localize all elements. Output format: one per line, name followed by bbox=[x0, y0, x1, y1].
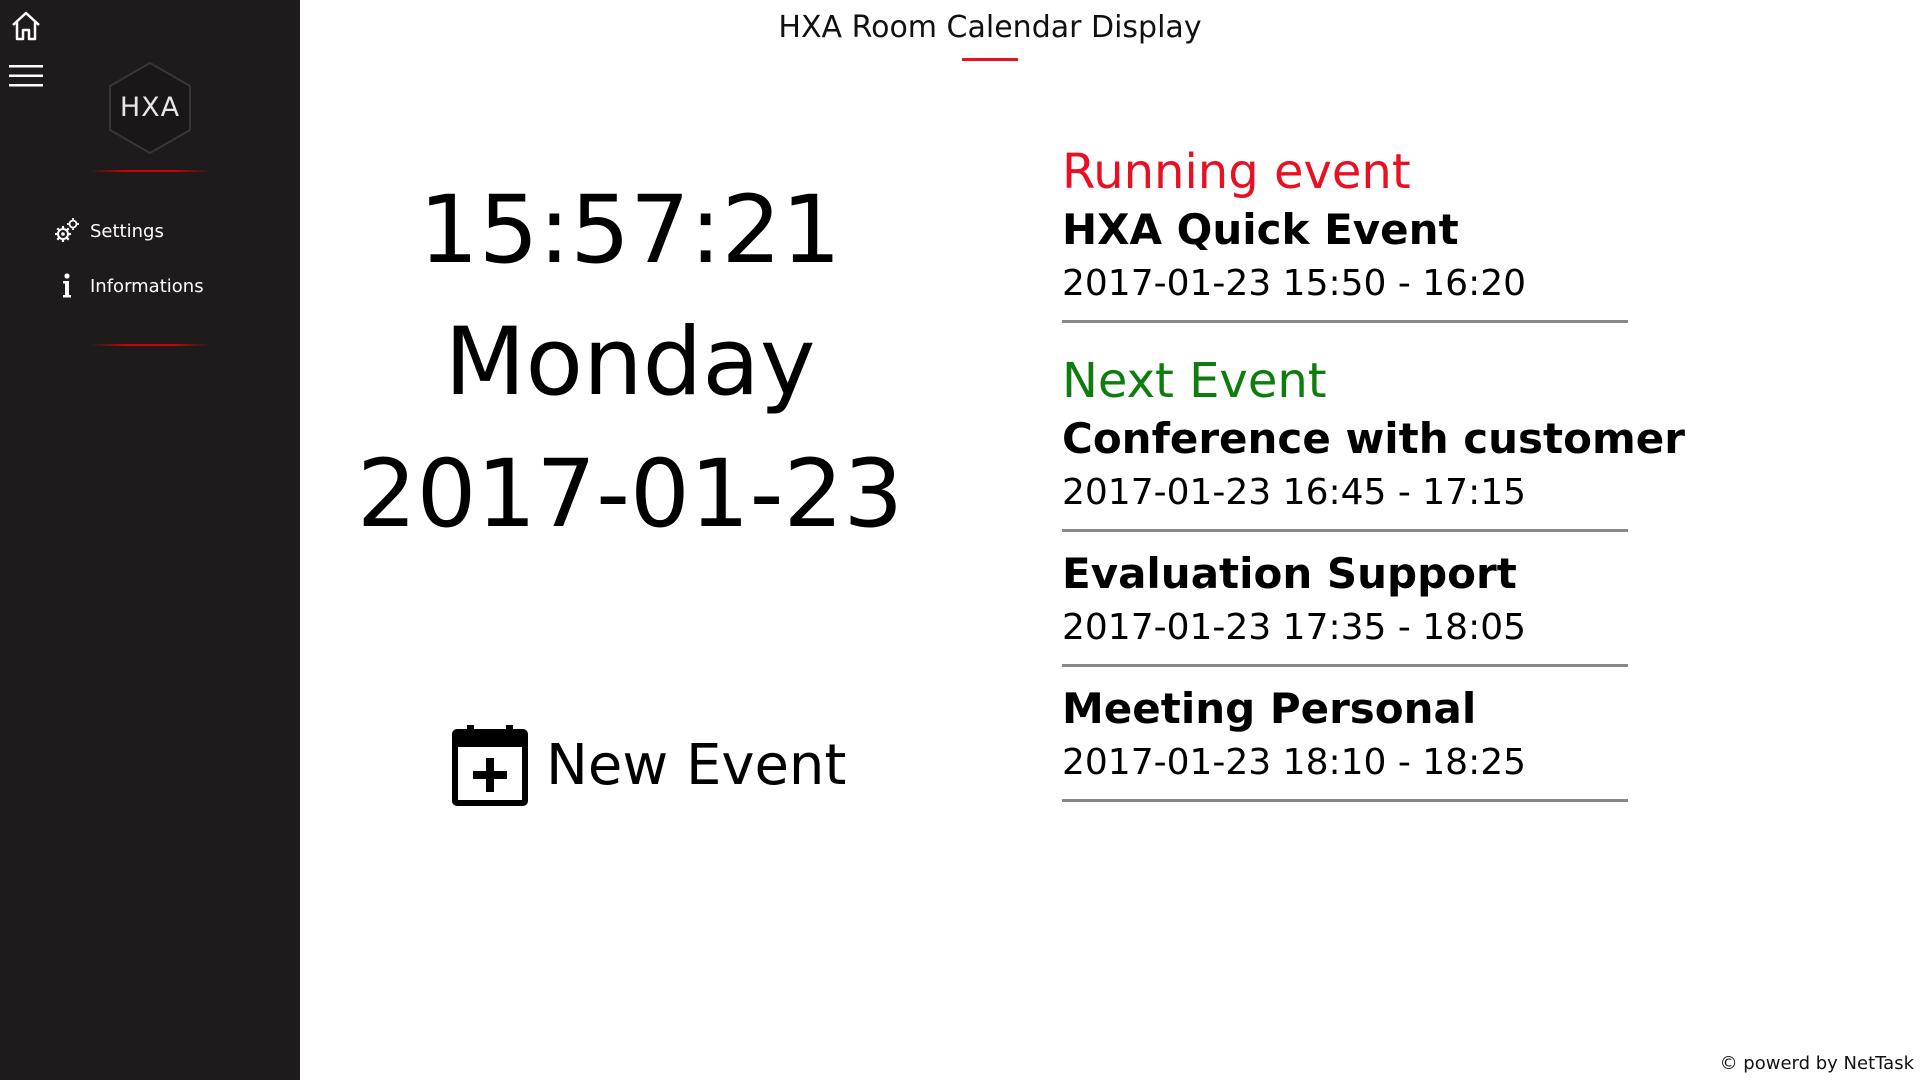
sidebar-item-informations[interactable]: Informations bbox=[52, 269, 204, 303]
home-button[interactable] bbox=[8, 8, 44, 44]
running-event-item[interactable]: HXA Quick Event 2017-01-23 15:50 - 16:20 bbox=[1062, 202, 1628, 323]
event-time: 2017-01-23 18:10 - 18:25 bbox=[1062, 742, 1527, 783]
event-title: Meeting Personal bbox=[1062, 684, 1477, 733]
hxa-logo: HXA bbox=[106, 60, 194, 156]
logo-text: HXA bbox=[119, 92, 181, 123]
new-event-button[interactable]: New Event bbox=[452, 720, 846, 810]
event-time: 2017-01-23 17:35 - 18:05 bbox=[1062, 607, 1527, 648]
clock-date: 2017-01-23 bbox=[356, 440, 904, 549]
page-title: HXA Room Calendar Display bbox=[778, 10, 1202, 45]
sidebar-divider bbox=[90, 344, 210, 346]
event-time: 2017-01-23 15:50 - 16:20 bbox=[1062, 263, 1527, 304]
events-panel: Running event HXA Quick Event 2017-01-23… bbox=[1062, 142, 1685, 816]
app-window: HXA Settings Informations HXA Room Calen… bbox=[0, 0, 1920, 1080]
new-event-label: New Event bbox=[546, 732, 847, 798]
calendar-add-icon bbox=[452, 725, 528, 806]
event-title: HXA Quick Event bbox=[1062, 205, 1459, 254]
sidebar-divider bbox=[90, 170, 210, 172]
event-title: Evaluation Support bbox=[1062, 549, 1517, 598]
clock-day: Monday bbox=[444, 308, 816, 417]
event-time: 2017-01-23 16:45 - 17:15 bbox=[1062, 472, 1527, 513]
sidebar: HXA Settings Informations bbox=[0, 0, 300, 1080]
clock-display: 15:57:21 Monday 2017-01-23 bbox=[330, 165, 930, 561]
event-title: Conference with customer bbox=[1062, 414, 1685, 463]
next-event-item[interactable]: Conference with customer 2017-01-23 16:4… bbox=[1062, 411, 1685, 532]
next-event-heading: Next Event bbox=[1062, 353, 1327, 409]
title-underline bbox=[962, 58, 1018, 61]
upcoming-event-item[interactable]: Meeting Personal 2017-01-23 18:10 - 18:2… bbox=[1062, 681, 1628, 802]
info-icon bbox=[52, 271, 82, 301]
home-icon bbox=[12, 11, 40, 41]
gears-icon bbox=[52, 216, 82, 246]
upcoming-event-item[interactable]: Evaluation Support 2017-01-23 17:35 - 18… bbox=[1062, 546, 1628, 667]
hamburger-menu-button[interactable] bbox=[8, 58, 44, 94]
running-event-heading: Running event bbox=[1062, 144, 1411, 200]
sidebar-item-settings[interactable]: Settings bbox=[52, 214, 164, 248]
sidebar-item-label: Settings bbox=[90, 220, 164, 242]
sidebar-item-label: Informations bbox=[90, 275, 204, 297]
hamburger-menu-icon bbox=[9, 65, 43, 87]
footer-credit: © powerd by NetTask bbox=[1719, 1053, 1914, 1074]
clock-time: 15:57:21 bbox=[418, 176, 842, 285]
